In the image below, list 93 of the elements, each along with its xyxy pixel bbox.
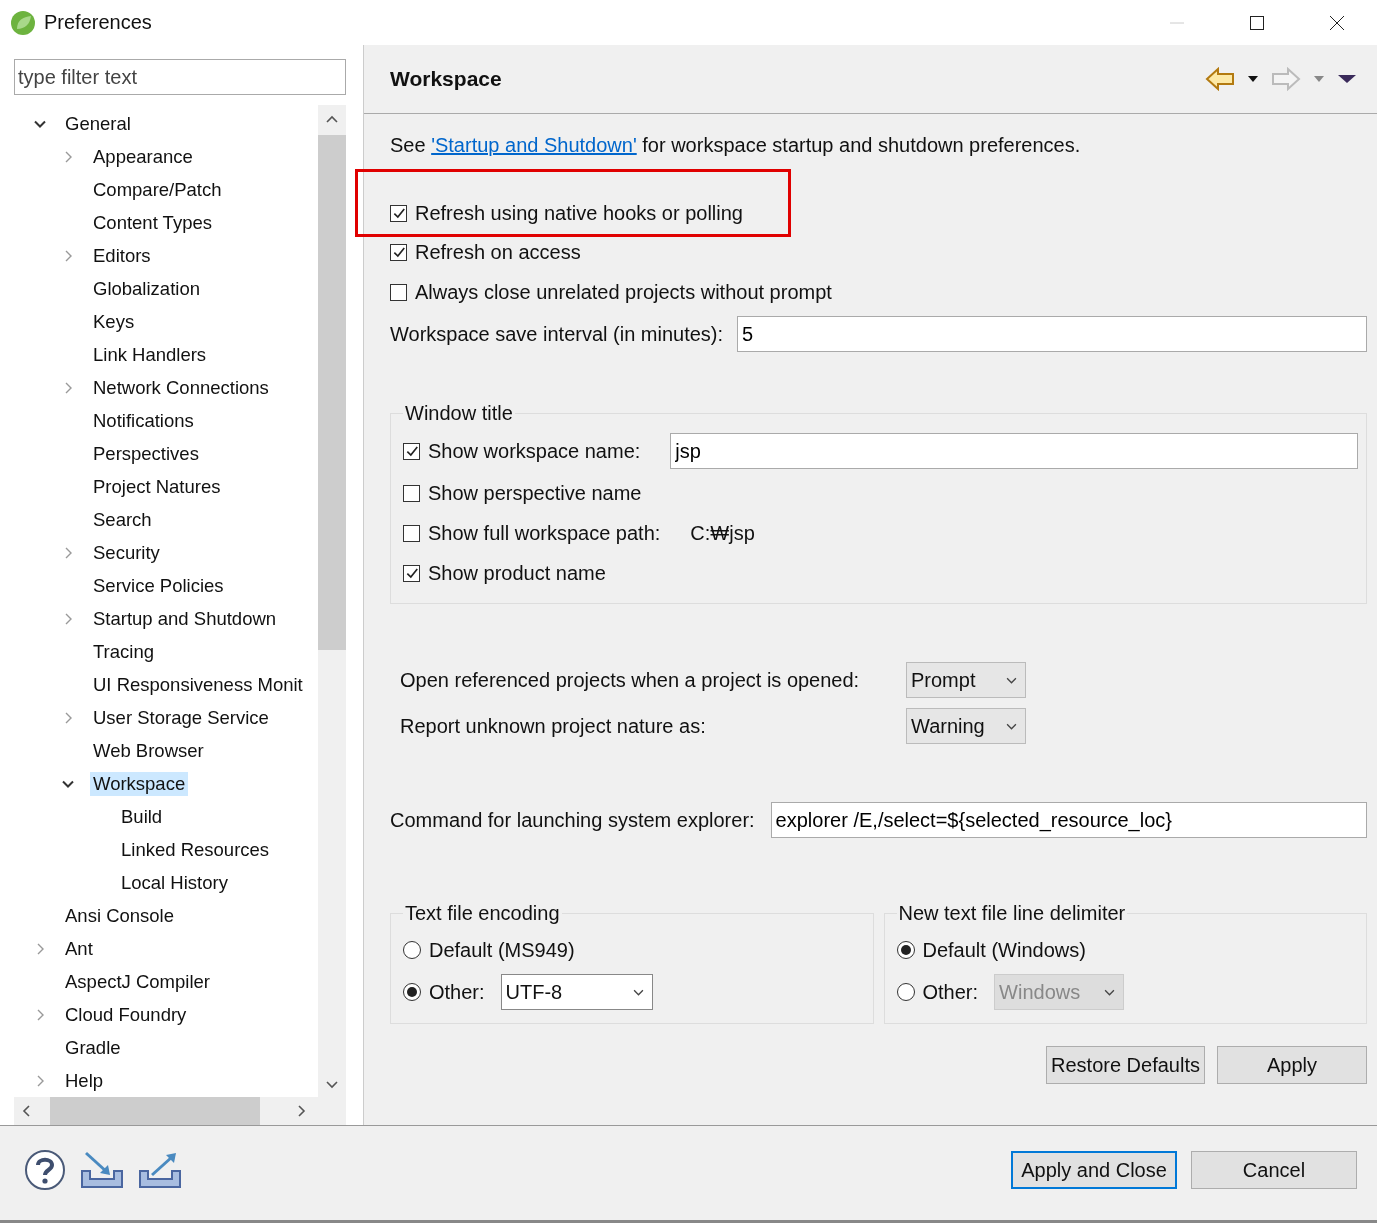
dropdown[interactable]: Prompt bbox=[906, 662, 1026, 698]
maximize-icon[interactable] bbox=[1249, 14, 1265, 31]
field-label: Command for launching system explorer: bbox=[390, 808, 755, 832]
tree-item[interactable]: Compare/Patch bbox=[90, 177, 225, 202]
workspace-path: C:₩jsp bbox=[690, 521, 755, 545]
window-title: Preferences bbox=[44, 11, 152, 34]
tree-item[interactable]: Appearance bbox=[90, 144, 196, 169]
tree-item[interactable]: Startup and Shutdown bbox=[90, 606, 280, 631]
close-icon[interactable] bbox=[1329, 14, 1345, 31]
tree-item[interactable]: Linked Resources bbox=[118, 837, 273, 862]
page-button[interactable]: Restore Defaults bbox=[1046, 1046, 1205, 1084]
explorer-command-field[interactable]: explorer /E,/select=${selected_resource_loc} bbox=[770, 802, 1367, 838]
tree-item[interactable]: Search bbox=[90, 507, 155, 532]
scroll-down-icon[interactable] bbox=[326, 1081, 338, 1089]
scroll-up-icon[interactable] bbox=[326, 115, 338, 123]
import-icon[interactable] bbox=[80, 1151, 124, 1189]
tree-item[interactable]: AspectJ Compiler bbox=[62, 969, 213, 994]
tree-item[interactable]: Keys bbox=[90, 309, 138, 334]
scroll-right-icon[interactable] bbox=[298, 1105, 306, 1117]
radio-button[interactable] bbox=[896, 941, 915, 959]
help-icon[interactable] bbox=[24, 1149, 66, 1191]
tree-item[interactable]: Local History bbox=[118, 870, 231, 895]
filter-field[interactable]: type filter text bbox=[14, 59, 346, 95]
tree-item[interactable]: Perspectives bbox=[90, 441, 202, 466]
intro-text: See 'Startup and Shutdown' for workspace startup and shutdown preferences. bbox=[390, 133, 1082, 158]
dropdown[interactable]: UTF-8 bbox=[500, 974, 653, 1010]
save-interval-field[interactable]: 5 bbox=[737, 316, 1367, 352]
checkbox[interactable] bbox=[403, 484, 420, 502]
radio-label: Default (MS949) bbox=[429, 938, 575, 962]
dialog-button[interactable]: Cancel bbox=[1191, 1151, 1357, 1189]
radio-label: Other: bbox=[922, 980, 979, 1004]
checkbox[interactable] bbox=[390, 204, 407, 222]
group-title: Window title bbox=[404, 402, 514, 425]
tree-item[interactable]: Content Types bbox=[90, 210, 215, 235]
checkbox-label: Refresh using native hooks or polling bbox=[415, 201, 743, 225]
startup-shutdown-link[interactable]: 'Startup and Shutdown' bbox=[431, 134, 637, 156]
tree-item[interactable]: Gradle bbox=[62, 1035, 124, 1060]
field-label: Workspace save interval (in minutes): bbox=[390, 322, 724, 346]
tree-item[interactable]: Globalization bbox=[90, 276, 203, 301]
radio-label: Default (Windows) bbox=[922, 938, 1086, 962]
tree-item[interactable]: Web Browser bbox=[90, 738, 207, 763]
checkbox-label: Show perspective name bbox=[428, 481, 642, 505]
checkbox-label: Show full workspace path: bbox=[428, 521, 661, 545]
tree-item[interactable]: Project Natures bbox=[90, 474, 224, 499]
field-label: Report unknown project nature as: bbox=[400, 714, 707, 738]
group-title: New text file line delimiter bbox=[897, 902, 1127, 925]
export-icon[interactable] bbox=[138, 1151, 182, 1189]
group-title: Text file encoding bbox=[404, 902, 561, 925]
vertical-scrollbar[interactable] bbox=[318, 105, 346, 1097]
checkbox-label: Show product name bbox=[428, 561, 606, 585]
tree-item[interactable]: UI Responsiveness Monit bbox=[90, 672, 306, 697]
tree-item[interactable]: Editors bbox=[90, 243, 154, 268]
tree-item[interactable]: Cloud Foundry bbox=[62, 1002, 190, 1027]
tree-item[interactable]: Network Connections bbox=[90, 375, 272, 400]
dropdown-arrow-icon[interactable] bbox=[1247, 75, 1259, 83]
checkbox[interactable] bbox=[403, 564, 420, 582]
tree-item[interactable]: Notifications bbox=[90, 408, 197, 433]
tree-item[interactable]: Link Handlers bbox=[90, 342, 210, 367]
radio-button[interactable] bbox=[403, 941, 421, 959]
dialog-button[interactable]: Apply and Close bbox=[1011, 1151, 1177, 1189]
chevron-down-icon bbox=[632, 988, 644, 996]
tree-item[interactable]: Tracing bbox=[90, 639, 157, 664]
checkbox-label: Always close unrelated projects without prompt bbox=[415, 280, 832, 304]
tree-item[interactable]: Ant bbox=[62, 936, 96, 961]
chevron-down-icon bbox=[1104, 988, 1116, 996]
checkbox[interactable] bbox=[403, 442, 420, 460]
tree-item[interactable]: Security bbox=[90, 540, 163, 565]
checkbox-label: Refresh on access bbox=[415, 240, 581, 264]
tree-item[interactable]: Workspace bbox=[90, 771, 189, 796]
radio-label: Other: bbox=[429, 980, 485, 1004]
scroll-left-icon[interactable] bbox=[22, 1105, 30, 1117]
tree-item[interactable]: Build bbox=[118, 804, 166, 829]
checkbox[interactable] bbox=[390, 283, 407, 301]
radio-button[interactable] bbox=[403, 983, 421, 1001]
page-button[interactable]: Apply bbox=[1217, 1046, 1367, 1084]
leaf-logo-icon bbox=[10, 9, 36, 36]
chevron-down-icon bbox=[1006, 676, 1017, 684]
checkbox[interactable] bbox=[390, 243, 407, 261]
view-menu-icon[interactable] bbox=[1337, 74, 1357, 84]
tree-item[interactable]: Service Policies bbox=[90, 573, 227, 598]
page-title: Workspace bbox=[390, 67, 502, 91]
tree-item[interactable]: User Storage Service bbox=[90, 705, 272, 730]
checkbox-label: Show workspace name: bbox=[428, 439, 641, 463]
dropdown[interactable]: Warning bbox=[906, 708, 1026, 744]
checkbox[interactable] bbox=[403, 524, 420, 542]
horizontal-scrollbar[interactable] bbox=[14, 1097, 346, 1125]
field-label: Open referenced projects when a project is opened: bbox=[400, 668, 861, 692]
tree-item[interactable]: Ansi Console bbox=[62, 903, 177, 928]
workspace-name-field[interactable]: jsp bbox=[670, 433, 1358, 469]
tree-item[interactable]: Help bbox=[62, 1068, 107, 1093]
back-arrow-icon[interactable] bbox=[1205, 67, 1235, 91]
chevron-down-icon bbox=[1006, 722, 1017, 730]
tree-item[interactable]: General bbox=[62, 111, 134, 136]
